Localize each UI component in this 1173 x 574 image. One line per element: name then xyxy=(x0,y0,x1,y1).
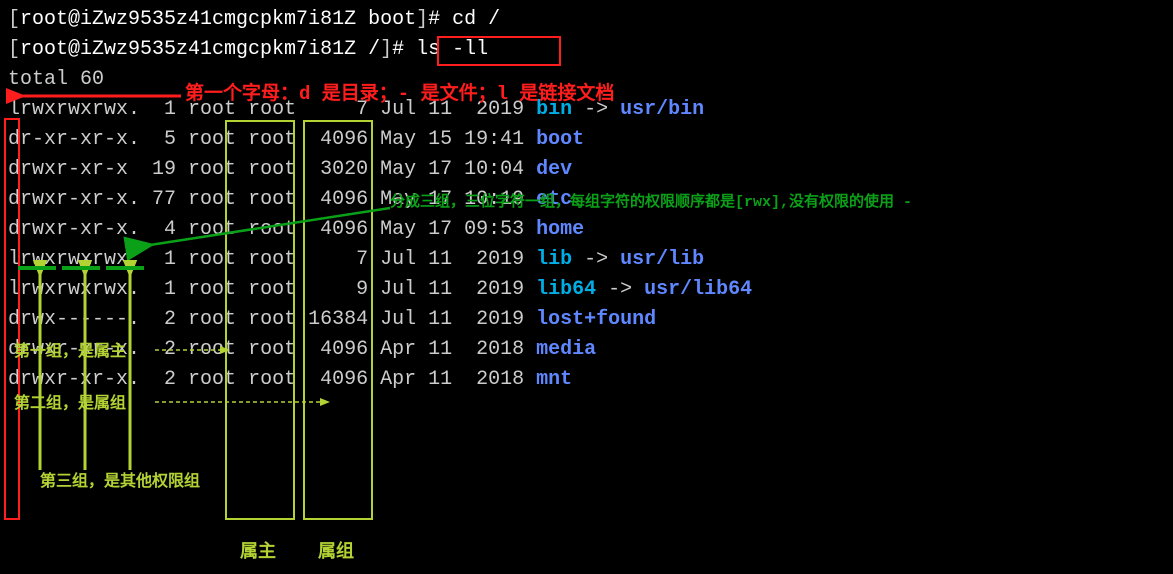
filename-cell: lib xyxy=(536,248,572,271)
links-cell: 2 xyxy=(140,338,176,361)
prompt-path: boot xyxy=(356,8,416,31)
perm-cell: drwxr-xr-x. xyxy=(8,218,140,241)
underline-group2 xyxy=(62,266,100,270)
highlight-box-filetype-column xyxy=(4,118,20,520)
perm-cell: drwxr-xr-x. xyxy=(8,368,140,391)
annotation-green-permissions: 分成三组，三位字符一组，每组字符的权限顺序都是[rwx],没有权限的使用 - xyxy=(390,192,912,215)
bracket-close: ] xyxy=(380,38,392,61)
prompt-line-1: [root@iZwz9535z41cmgcpkm7i81Z boot]# cd … xyxy=(8,5,1165,35)
perm-cell: drwxr-xr-x xyxy=(8,158,140,181)
prompt-path: / xyxy=(356,38,380,61)
filename-cell: lib64 xyxy=(536,278,596,301)
links-cell: 1 xyxy=(140,278,176,301)
links-cell: 1 xyxy=(140,248,176,271)
command-text: cd / xyxy=(452,8,500,31)
prompt-user: root@iZwz9535z41cmgcpkm7i81Z xyxy=(20,8,356,31)
date-cell: May 17 09:53 xyxy=(368,218,536,241)
highlight-box-group-column xyxy=(303,120,373,520)
table-row: lrwxrwxrwx. 1 root root 9 Jul 11 2019 li… xyxy=(8,275,1165,305)
highlight-box-owner-column xyxy=(225,120,295,520)
symlink-target: usr/lib64 xyxy=(644,278,752,301)
filename-cell: media xyxy=(536,338,596,361)
date-cell: Apr 11 2018 xyxy=(368,338,536,361)
links-cell: 2 xyxy=(140,368,176,391)
bracket-close: ] xyxy=(416,8,428,31)
symlink-arrow: -> xyxy=(596,278,644,301)
perm-cell: drwx------. xyxy=(8,308,140,331)
filename-cell: mnt xyxy=(536,368,572,391)
table-row: drwx------. 2 root root 16384 Jul 11 201… xyxy=(8,305,1165,335)
table-row: lrwxrwxrwx. 1 root root 7 Jul 11 2019 li… xyxy=(8,245,1165,275)
table-row: drwxr-xr-x. 4 root root 4096 May 17 09:5… xyxy=(8,215,1165,245)
links-cell: 77 xyxy=(140,188,176,211)
underline-group1 xyxy=(18,266,56,270)
bracket-open: [ xyxy=(8,8,20,31)
label-perm-group3: 第三组，是其他权限组 xyxy=(40,470,200,494)
table-row: drwxr-xr-x 19 root root 3020 May 17 10:0… xyxy=(8,155,1165,185)
highlight-box-command xyxy=(437,36,561,66)
label-perm-group1: 第一组，是属主 xyxy=(14,340,126,364)
underline-group3 xyxy=(106,266,144,270)
date-cell: May 17 10:04 xyxy=(368,158,536,181)
prompt-line-2: [root@iZwz9535z41cmgcpkm7i81Z /]# ls -ll xyxy=(8,35,1165,65)
table-row: dr-xr-xr-x. 5 root root 4096 May 15 19:4… xyxy=(8,125,1165,155)
perm-cell: lrwxrwxrwx. xyxy=(8,278,140,301)
filename-cell: boot xyxy=(536,128,584,151)
symlink-target: usr/bin xyxy=(620,98,704,121)
links-cell: 4 xyxy=(140,218,176,241)
annotation-red-filetype: 第一个字母：d 是目录；- 是文件；l 是链接文档 xyxy=(185,80,614,109)
filename-cell: lost+found xyxy=(536,308,656,331)
links-cell: 1 xyxy=(140,98,176,121)
bracket-open: [ xyxy=(8,38,20,61)
prompt-hash: # xyxy=(428,8,452,31)
links-cell: 5 xyxy=(140,128,176,151)
label-group-column: 属组 xyxy=(318,540,354,567)
date-cell: Jul 11 2019 xyxy=(368,308,536,331)
perm-cell: lrwxrwxrwx. xyxy=(8,98,140,121)
filename-cell: home xyxy=(536,218,584,241)
perm-cell: drwxr-xr-x. xyxy=(8,188,140,211)
table-row: drwxr-xr-x. 2 root root 4096 Apr 11 2018… xyxy=(8,335,1165,365)
date-cell: Apr 11 2018 xyxy=(368,368,536,391)
symlink-target: usr/lib xyxy=(620,248,704,271)
links-cell: 19 xyxy=(140,158,176,181)
symlink-arrow: -> xyxy=(572,248,620,271)
date-cell: May 15 19:41 xyxy=(368,128,536,151)
label-perm-group2: 第二组，是属组 xyxy=(14,392,126,416)
label-owner-column: 属主 xyxy=(240,540,276,567)
prompt-hash: # xyxy=(392,38,416,61)
date-cell: Jul 11 2019 xyxy=(368,248,536,271)
perm-cell: dr-xr-xr-x. xyxy=(8,128,140,151)
prompt-user: root@iZwz9535z41cmgcpkm7i81Z xyxy=(20,38,356,61)
listing-rows: lrwxrwxrwx. 1 root root 7 Jul 11 2019 bi… xyxy=(8,95,1165,395)
date-cell: Jul 11 2019 xyxy=(368,278,536,301)
filename-cell: dev xyxy=(536,158,572,181)
table-row: drwxr-xr-x. 2 root root 4096 Apr 11 2018… xyxy=(8,365,1165,395)
links-cell: 2 xyxy=(140,308,176,331)
